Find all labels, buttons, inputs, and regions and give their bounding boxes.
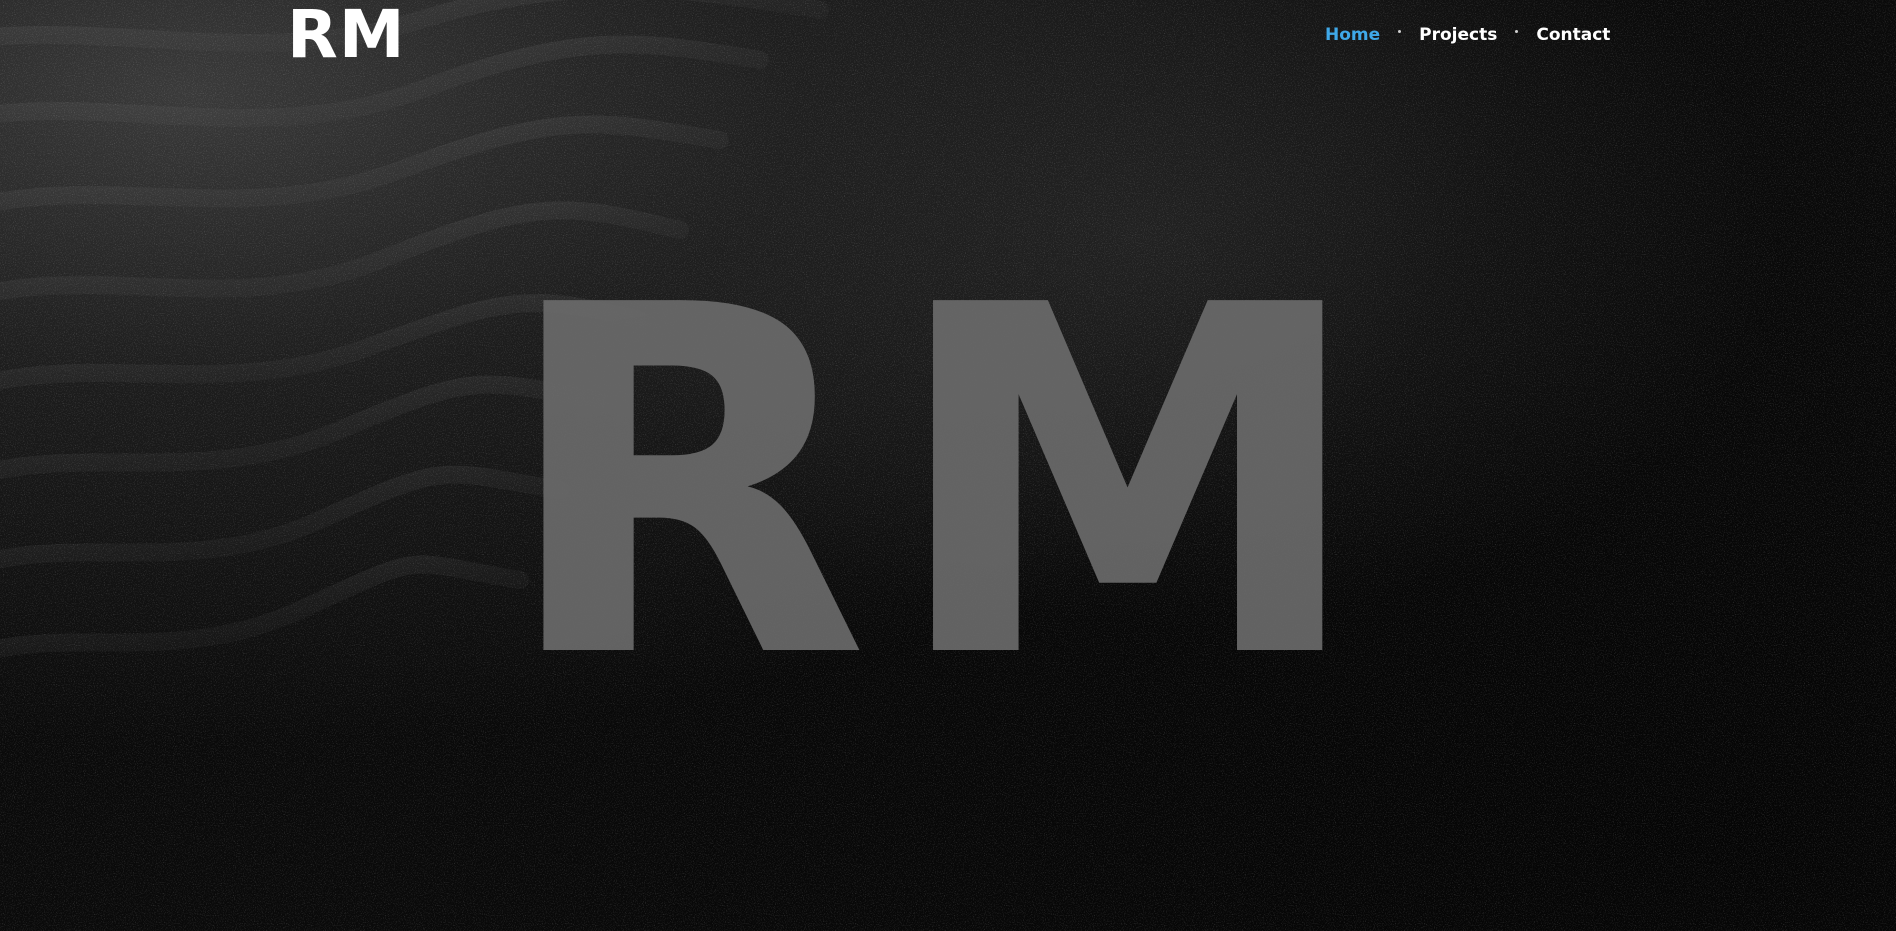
landing-page: RM Home Projects Contact RM <box>0 0 1896 931</box>
hero-monogram: RM <box>499 205 1386 764</box>
hero-monogram-graphic: RM <box>499 205 1386 764</box>
